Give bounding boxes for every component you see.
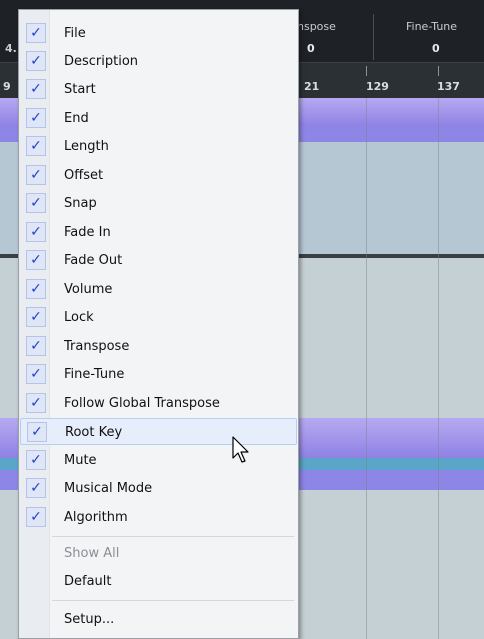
menu-item-root-key[interactable]: ✓ Root Key [20,418,297,445]
menu-item-label: Offset [64,168,104,183]
menu-item-label: Snap [64,196,97,211]
menu-item-label: Show All [64,546,120,561]
menu-item-label: Fade In [64,225,111,240]
mouse-pointer-icon [232,436,249,463]
checkmark-icon: ✓ [26,108,46,128]
checkmark-icon: ✓ [26,393,46,413]
menu-item-snap[interactable]: ✓ Snap [20,190,297,217]
menu-item-description[interactable]: ✓ Description [20,48,297,75]
menu-item-label: Fine-Tune [64,367,125,382]
menu-item-mute[interactable]: ✓ Mute [20,447,297,474]
menu-item-label: Transpose [64,339,130,354]
column-context-menu: ✓ File ✓ Description ✓ Start ✓ End ✓ Len… [18,9,299,639]
menu-item-label: Default [64,574,112,589]
menu-separator [52,600,294,601]
checkmark-icon: ✓ [27,422,47,442]
header-finetune-label[interactable]: Fine-Tune [406,20,457,33]
menu-item-start[interactable]: ✓ Start [20,76,297,103]
checkmark-icon: ✓ [26,250,46,270]
checkmark-icon: ✓ [26,136,46,156]
ruler-mark: 9 [3,80,11,93]
menu-item-label: Description [64,54,139,69]
checkmark-icon: ✓ [26,507,46,527]
menu-item-setup[interactable]: Setup... [20,606,297,633]
menu-item-transpose[interactable]: ✓ Transpose [20,333,297,360]
ruler-tick [366,66,367,76]
header-transpose-value[interactable]: 0 [307,42,315,55]
menu-item-label: Algorithm [64,510,128,525]
checkmark-icon: ✓ [26,79,46,99]
header-finetune-value[interactable]: 0 [432,42,440,55]
menu-item-musical-mode[interactable]: ✓ Musical Mode [20,475,297,502]
checkmark-icon: ✓ [26,193,46,213]
menu-item-label: Follow Global Transpose [64,396,220,411]
checkmark-icon: ✓ [26,336,46,356]
menu-item-fine-tune[interactable]: ✓ Fine-Tune [20,361,297,388]
checkmark-icon: ✓ [26,364,46,384]
menu-separator [52,536,294,537]
ruler-mark: 21 [304,80,320,93]
menu-item-fade-in[interactable]: ✓ Fade In [20,219,297,246]
menu-item-follow-global-transpose[interactable]: ✓ Follow Global Transpose [20,390,297,417]
grid-line [366,98,367,639]
menu-item-show-all: Show All [20,540,297,567]
menu-item-offset[interactable]: ✓ Offset [20,162,297,189]
checkmark-icon: ✓ [26,478,46,498]
ruler-tick [438,66,439,76]
menu-item-label: Mute [64,453,97,468]
menu-item-file[interactable]: ✓ File [20,20,297,47]
menu-item-label: Volume [64,282,113,297]
checkmark-icon: ✓ [26,450,46,470]
checkmark-icon: ✓ [26,307,46,327]
menu-item-label: Fade Out [64,253,123,268]
menu-item-label: Length [64,139,109,154]
header-separator [373,14,374,60]
header-partial-label: 4. [5,42,17,55]
menu-item-volume[interactable]: ✓ Volume [20,276,297,303]
checkmark-icon: ✓ [26,23,46,43]
menu-item-end[interactable]: ✓ End [20,105,297,132]
menu-item-fade-out[interactable]: ✓ Fade Out [20,247,297,274]
menu-item-label: Setup... [64,612,115,627]
header-transpose-label[interactable]: nspose [297,20,336,33]
menu-item-label: Root Key [65,425,123,440]
checkmark-icon: ✓ [26,279,46,299]
menu-item-label: File [64,26,86,41]
menu-item-label: End [64,111,89,126]
menu-item-lock[interactable]: ✓ Lock [20,304,297,331]
menu-item-algorithm[interactable]: ✓ Algorithm [20,504,297,531]
menu-item-label: Lock [64,310,94,325]
ruler-mark: 129 [366,80,389,93]
checkmark-icon: ✓ [26,165,46,185]
grid-line [438,98,439,639]
ruler-mark: 137 [437,80,460,93]
menu-item-default[interactable]: Default [20,568,297,595]
checkmark-icon: ✓ [26,222,46,242]
menu-item-label: Musical Mode [64,481,153,496]
menu-item-length[interactable]: ✓ Length [20,133,297,160]
menu-item-label: Start [64,82,96,97]
checkmark-icon: ✓ [26,51,46,71]
